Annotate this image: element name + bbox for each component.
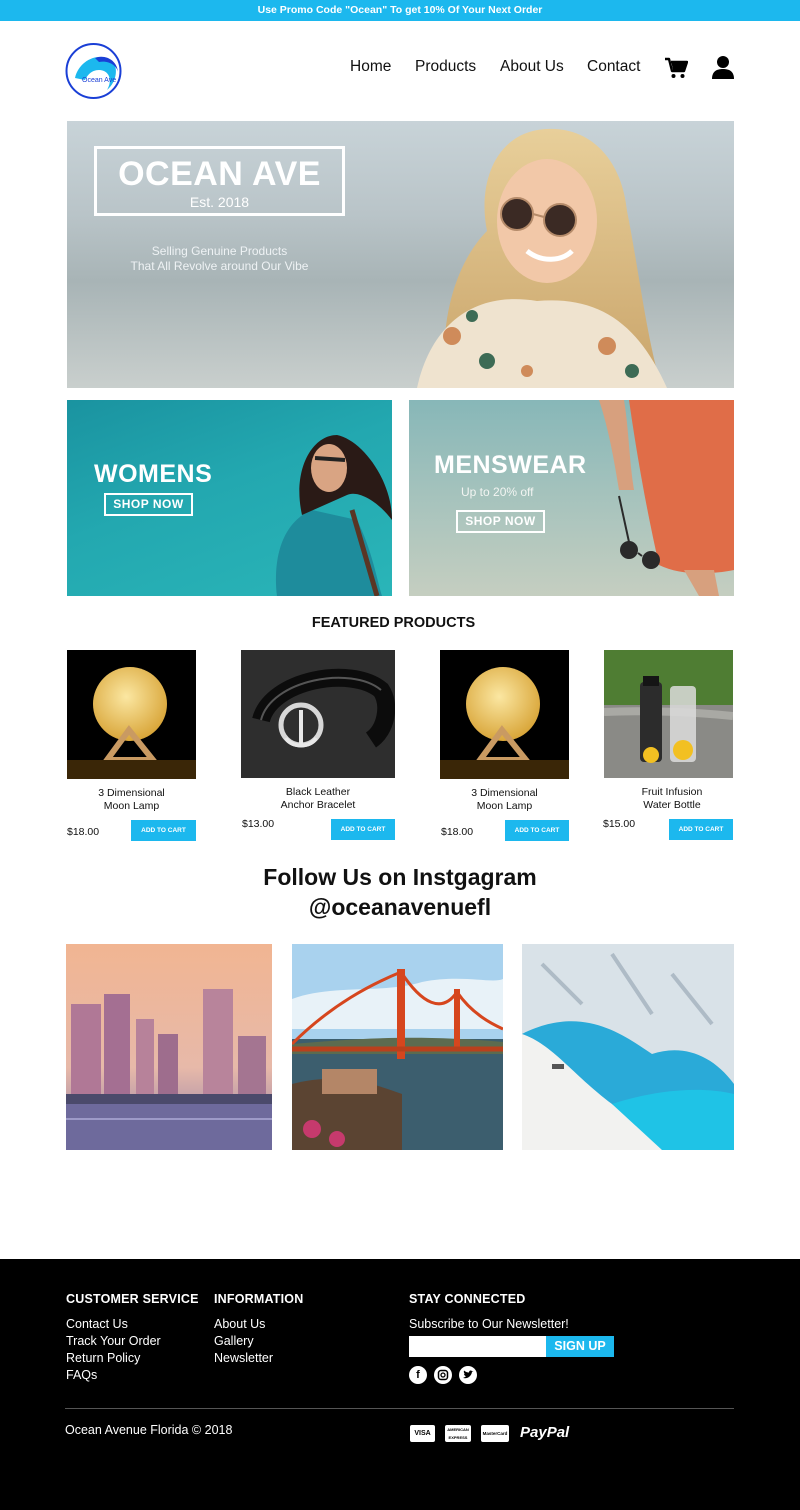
footer-link-gallery[interactable]: Gallery xyxy=(214,1334,254,1348)
instagram-photo-city[interactable] xyxy=(66,944,272,1150)
information-heading: INFORMATION xyxy=(214,1292,304,1306)
hero-tagline: Selling Genuine Products That All Revolv… xyxy=(107,244,332,274)
instagram-handle[interactable]: @oceanavenuefl xyxy=(0,892,800,922)
mastercard-icon: MasterCard xyxy=(481,1425,509,1442)
nav-home[interactable]: Home xyxy=(350,58,391,76)
product-price: $18.00 xyxy=(67,826,100,838)
womens-shop-now-button[interactable]: SHOP NOW xyxy=(104,493,193,516)
footer-divider xyxy=(65,1408,734,1409)
menswear-subtitle: Up to 20% off xyxy=(461,485,534,499)
twitter-icon[interactable] xyxy=(459,1366,477,1384)
add-to-cart-button[interactable]: ADD TO CART xyxy=(131,820,196,841)
customer-service-heading: CUSTOMER SERVICE xyxy=(66,1292,199,1306)
cart-icon[interactable] xyxy=(664,57,689,79)
nav-about-us[interactable]: About Us xyxy=(500,58,564,76)
hero-woman-image xyxy=(417,128,667,388)
product-price: $18.00 xyxy=(441,826,474,838)
footer-link-return-policy[interactable]: Return Policy xyxy=(66,1351,140,1365)
sign-up-button[interactable]: SIGN UP xyxy=(546,1336,614,1357)
moon-lamp-image[interactable] xyxy=(440,650,569,779)
facebook-icon[interactable]: f xyxy=(409,1366,427,1384)
amex-icon: AMERICAN EXPRESS xyxy=(445,1425,471,1442)
product-name: Black Leather Anchor Bracelet xyxy=(280,786,356,811)
instagram-title-line1: Follow Us on Instgagram xyxy=(263,864,537,890)
menswear-shop-now-button[interactable]: SHOP NOW xyxy=(456,510,545,533)
womens-banner[interactable]: WOMENS SHOP NOW xyxy=(67,400,392,596)
product-name: 3 Dimensional Moon Lamp xyxy=(471,787,538,812)
hero-tagline-line1: Selling Genuine Products xyxy=(151,244,288,258)
add-to-cart-button[interactable]: ADD TO CART xyxy=(669,819,733,840)
instagram-photo-bridge[interactable] xyxy=(292,944,503,1150)
anchor-bracelet-image[interactable] xyxy=(241,650,395,778)
subscribe-text: Subscribe to Our Newsletter! xyxy=(409,1317,569,1331)
copyright: Ocean Avenue Florida © 2018 xyxy=(65,1423,233,1437)
water-bottle-image[interactable] xyxy=(604,650,733,778)
hero-title: OCEAN AVE xyxy=(118,155,321,193)
hero-banner: OCEAN AVE Est. 2018 Selling Genuine Prod… xyxy=(67,121,734,388)
menswear-model-image xyxy=(599,400,734,596)
wave-logo-icon: Ocean Ave xyxy=(65,43,122,99)
footer-link-newsletter[interactable]: Newsletter xyxy=(214,1351,273,1365)
stay-connected-heading: STAY CONNECTED xyxy=(409,1292,526,1306)
product-price: $15.00 xyxy=(603,818,636,830)
instagram-icon[interactable] xyxy=(434,1366,452,1384)
product-price: $13.00 xyxy=(242,818,275,830)
user-icon[interactable] xyxy=(711,55,735,79)
add-to-cart-button[interactable]: ADD TO CART xyxy=(505,820,569,841)
featured-products-title: FEATURED PRODUCTS xyxy=(311,615,476,631)
footer-link-faqs[interactable]: FAQs xyxy=(66,1368,97,1382)
instagram-photo-beach[interactable] xyxy=(522,944,734,1150)
paypal-icon: PayPal xyxy=(520,1424,570,1441)
nav-contact[interactable]: Contact xyxy=(587,58,640,76)
site-footer: CUSTOMER SERVICE Contact Us Track Your O… xyxy=(0,1259,800,1510)
menswear-title: MENSWEAR xyxy=(434,451,587,479)
womens-title: WOMENS xyxy=(94,460,213,488)
menswear-banner[interactable]: MENSWEAR Up to 20% off SHOP NOW xyxy=(409,400,734,596)
hero-title-box: OCEAN AVE Est. 2018 xyxy=(94,146,345,216)
visa-icon: VISA xyxy=(410,1425,435,1442)
hero-established: Est. 2018 xyxy=(189,194,250,210)
footer-link-contact-us[interactable]: Contact Us xyxy=(66,1317,128,1331)
add-to-cart-button[interactable]: ADD TO CART xyxy=(331,819,395,840)
product-name: 3 Dimensional Moon Lamp xyxy=(98,787,165,812)
womens-model-image xyxy=(276,435,392,596)
ocean-ave-logo[interactable]: Ocean Ave xyxy=(65,42,122,100)
promo-banner: Use Promo Code "Ocean" To get 10% Of You… xyxy=(0,0,800,21)
newsletter-email-input[interactable] xyxy=(409,1336,547,1357)
svg-text:Ocean Ave: Ocean Ave xyxy=(82,77,116,84)
instagram-title: Follow Us on Instgagram @oceanavenuefl xyxy=(0,862,800,922)
product-name: Fruit Infusion Water Bottle xyxy=(641,786,703,811)
moon-lamp-image[interactable] xyxy=(67,650,196,779)
hero-tagline-line2: That All Revolve around Our Vibe xyxy=(130,259,309,273)
footer-link-track-order[interactable]: Track Your Order xyxy=(66,1334,161,1348)
nav-products[interactable]: Products xyxy=(415,58,476,76)
footer-link-about-us[interactable]: About Us xyxy=(214,1317,265,1331)
